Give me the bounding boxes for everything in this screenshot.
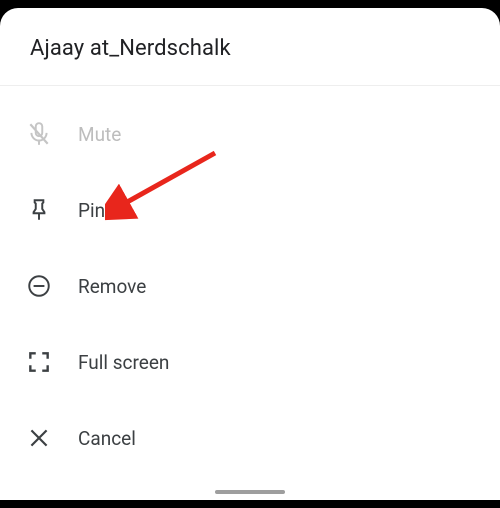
participant-name: Ajaay at_Nerdschalk [30,36,470,61]
fullscreen-option[interactable]: Full screen [0,324,500,400]
home-indicator [215,490,285,494]
pin-icon [25,196,53,224]
close-icon [25,424,53,452]
pin-label: Pin [78,199,105,222]
fullscreen-icon [25,348,53,376]
pin-option[interactable]: Pin [0,172,500,248]
cancel-option[interactable]: Cancel [0,400,500,476]
menu-list: Mute Pin Remove [0,86,500,486]
remove-option[interactable]: Remove [0,248,500,324]
mute-label: Mute [78,123,121,146]
remove-label: Remove [78,275,146,298]
action-sheet: Ajaay at_Nerdschalk Mute Pin [0,8,500,500]
remove-icon [25,272,53,300]
mute-option: Mute [0,96,500,172]
sheet-header: Ajaay at_Nerdschalk [0,8,500,86]
fullscreen-label: Full screen [78,351,169,374]
cancel-label: Cancel [78,427,136,450]
mute-icon [25,120,53,148]
